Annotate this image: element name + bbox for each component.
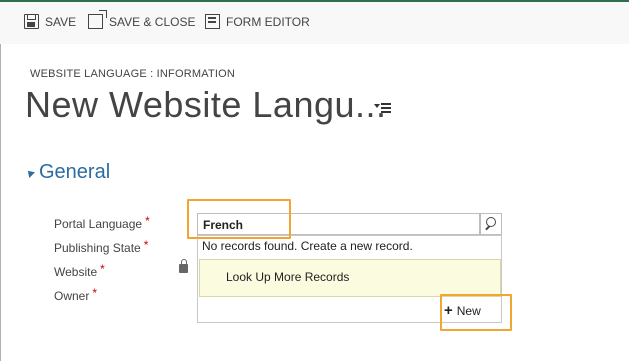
left-border bbox=[0, 44, 1, 361]
look-up-more-records-button[interactable]: Look Up More Records bbox=[199, 259, 501, 297]
field-label: Portal Language bbox=[54, 217, 143, 231]
collapse-triangle-icon bbox=[25, 167, 35, 178]
field-label: Publishing State bbox=[54, 241, 141, 255]
owner-label: Owner * bbox=[54, 286, 98, 303]
save-close-label: SAVE & CLOSE bbox=[109, 14, 196, 29]
required-mark: * bbox=[100, 262, 105, 276]
form-selector-menu-icon[interactable] bbox=[374, 101, 392, 115]
section-general-header[interactable]: General bbox=[25, 161, 111, 184]
required-mark: * bbox=[143, 238, 149, 252]
field-label: Website bbox=[54, 265, 98, 279]
page-title: New Website Langu... bbox=[25, 84, 387, 125]
no-records-message: No records found. Create a new record. bbox=[202, 239, 413, 253]
form-editor-button[interactable]: FORM EDITOR bbox=[205, 14, 310, 29]
highlight-box-input bbox=[187, 199, 291, 239]
portal-language-label: Portal Language * bbox=[54, 214, 150, 231]
save-icon bbox=[24, 14, 39, 29]
lookup-search-button[interactable] bbox=[480, 213, 502, 235]
field-label: Owner bbox=[54, 289, 90, 303]
form-editor-icon bbox=[205, 14, 220, 29]
website-label: Website * bbox=[54, 262, 105, 279]
save-close-icon bbox=[88, 10, 107, 29]
required-mark: * bbox=[92, 286, 98, 300]
form-editor-label: FORM EDITOR bbox=[226, 14, 310, 29]
required-mark: * bbox=[145, 214, 150, 228]
highlight-box-new bbox=[440, 294, 512, 331]
lock-icon bbox=[179, 259, 188, 273]
save-button[interactable]: SAVE bbox=[24, 14, 76, 29]
save-label: SAVE bbox=[45, 14, 77, 29]
save-and-close-button[interactable]: SAVE & CLOSE bbox=[88, 10, 196, 29]
section-title: General bbox=[39, 161, 111, 183]
search-icon-handle bbox=[485, 225, 490, 231]
publishing-state-label: Publishing State * bbox=[54, 238, 149, 255]
command-bar: SAVE SAVE & CLOSE FORM EDITOR bbox=[0, 0, 629, 44]
breadcrumb: WEBSITE LANGUAGE : INFORMATION bbox=[30, 68, 236, 80]
